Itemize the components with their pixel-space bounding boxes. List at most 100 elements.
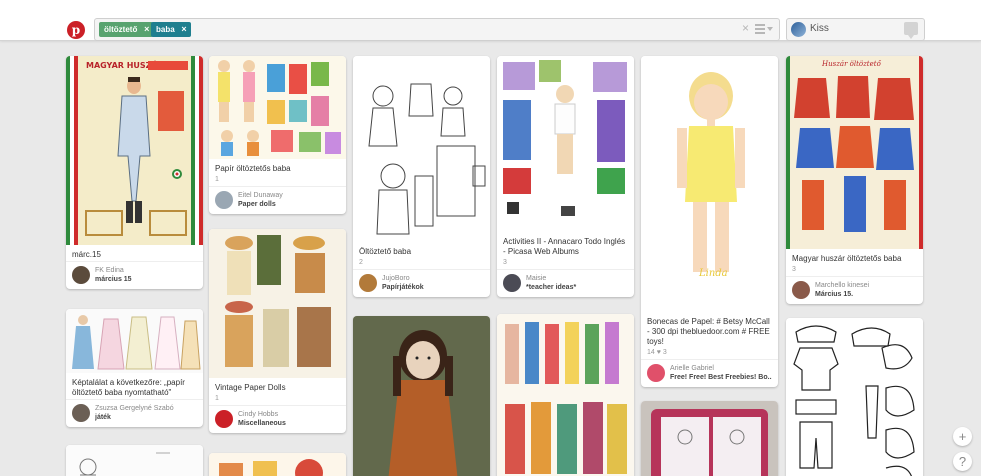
pinner-name[interactable]: Zsuzsa Gergelyné Szabó [95,404,197,413]
pin-image[interactable] [209,229,346,378]
board-name[interactable]: *teacher ideas* [526,283,628,292]
repin-count: 3 [503,259,507,266]
board-name[interactable]: Paper dolls [238,200,340,209]
avatar [791,22,806,37]
user-name: Kiss [810,23,829,34]
pin-image[interactable]: MAGYAR HUSZÁR [66,56,203,245]
board-name[interactable]: Papírjátékok [382,283,484,292]
paper-doll-box-photo [641,401,778,476]
paper-dolls-image [209,56,346,159]
repin-count: 3 [792,266,796,273]
repin-count: 14 ♥ 3 [647,349,667,356]
avatar [72,404,90,422]
board-name[interactable]: játék [95,413,197,422]
search-chip-oltozteto[interactable]: öltöztető × [99,22,154,37]
chip-remove-icon[interactable]: × [181,22,186,37]
add-pin-button[interactable]: + [953,427,972,446]
pin-credit[interactable]: Maisie *teacher ideas* [497,269,634,297]
pin-image[interactable] [641,401,778,476]
search-filter-menu-icon[interactable] [755,22,773,36]
sketch-doll-image [66,445,203,476]
pin-description: Képtalálat a következőre: „papír öltözte… [72,378,185,397]
pin-credit[interactable]: Eitel Dunaway Paper dolls [209,186,346,214]
pin-image[interactable]: Linda [641,56,778,312]
pin-card[interactable] [209,453,346,476]
pin-credit[interactable]: Zsuzsa Gergelyné Szabó játék [66,399,203,427]
pin-credit[interactable]: Marchello kinesei Március 15. [786,276,923,304]
pin-description: Activities II - Annacaro Todo Inglés - P… [503,237,626,256]
colorful-clothes-image [209,453,346,476]
pin-card[interactable] [786,318,923,476]
poster-subtitle-text: Huszár öltöztető [821,59,882,68]
line-art-doll-image [353,56,490,242]
search-input[interactable]: öltöztető × baba × × [94,18,780,41]
pin-image[interactable] [497,314,634,476]
paper-doll-boy-image [497,56,634,232]
pin-card[interactable] [641,401,778,476]
pin-card[interactable]: Huszár öltöztető Magyar huszár öltöztető… [786,56,923,304]
help-button[interactable]: ? [953,452,972,471]
pin-description: márc.15 [72,250,101,259]
chip-label: öltöztető [104,25,138,34]
pin-description: Magyar huszár öltöztetős baba [792,254,902,263]
board-name[interactable]: március 15 [95,275,197,284]
clear-search-icon[interactable]: × [742,21,749,35]
betsy-mccall-doll-image: Linda [641,56,778,312]
pin-credit[interactable]: Cindy Hobbs Miscellaneous [209,405,346,433]
pin-image[interactable] [209,56,346,159]
police-coloring-image [786,318,923,476]
pin-card[interactable]: MAGYAR HUSZÁR márc.15 FK Edina március 1… [66,56,203,289]
board-name[interactable]: Március 15. [815,290,917,299]
pin-card[interactable] [497,314,634,476]
pin-image[interactable] [66,445,203,476]
pin-image[interactable] [353,56,490,242]
pin-card[interactable]: Linda Bonecas de Papel: # Betsy McCall -… [641,56,778,387]
chip-remove-icon[interactable]: × [144,22,149,37]
pinner-name[interactable]: Maisie [526,274,628,283]
pin-card[interactable]: Öltöztető baba 2 JujoBoro Papírjátékok [353,56,490,297]
repin-count: 1 [215,395,219,402]
board-name[interactable]: Miscellaneous [238,419,340,428]
avatar [215,191,233,209]
pin-image[interactable] [66,309,203,373]
pin-image[interactable] [353,316,490,476]
pinner-name[interactable]: FK Edina [95,266,197,275]
board-name[interactable]: Free! Free! Best Freebies! Bo... [670,373,772,382]
pinner-name[interactable]: JujoBoro [382,274,484,283]
pin-credit[interactable]: JujoBoro Papírjátékok [353,269,490,297]
pinner-name[interactable]: Eitel Dunaway [238,191,340,200]
pin-credit[interactable]: Arielle Gabriel Free! Free! Best Freebie… [641,359,778,387]
pin-image[interactable]: Huszár öltöztető [786,56,923,249]
hussar-uniform-image: Huszár öltöztető [786,56,923,249]
pin-card[interactable]: Vintage Paper Dolls 1 Cindy Hobbs Miscel… [209,229,346,433]
pin-description: Öltöztető baba [359,247,412,256]
pin-card[interactable] [66,445,203,476]
avatar [792,281,810,299]
chip-label: baba [156,25,175,34]
hussar-poster-image: MAGYAR HUSZÁR [66,56,203,245]
avatar [72,266,90,284]
avatar [647,364,665,382]
pinner-name[interactable]: Arielle Gabriel [670,364,772,373]
pin-card[interactable] [353,316,490,476]
pin-description: Vintage Paper Dolls [215,383,286,392]
pin-image[interactable] [209,453,346,476]
avatar [359,274,377,292]
pin-card[interactable]: Papír öltöztetős baba 1 Eitel Dunaway Pa… [209,56,346,214]
pinner-name[interactable]: Cindy Hobbs [238,410,340,419]
pin-card[interactable]: Activities II - Annacaro Todo Inglés - P… [497,56,634,297]
pin-image[interactable] [497,56,634,232]
pin-card[interactable]: Képtalálat a következőre: „papír öltözte… [66,309,203,427]
pinterest-logo-icon[interactable]: p [67,21,85,39]
fabric-doll-photo [353,316,490,476]
search-chip-baba[interactable]: baba × [151,22,191,37]
top-bar: p öltöztető × baba × × Kiss [0,0,981,41]
pin-credit[interactable]: FK Edina március 15 [66,261,203,289]
vintage-paper-dolls-image [209,229,346,378]
messages-icon[interactable] [904,22,918,39]
user-profile-button[interactable]: Kiss [786,18,925,41]
doll-name-text: Linda [698,268,728,279]
avatar [503,274,521,292]
pin-image[interactable] [786,318,923,476]
pinner-name[interactable]: Marchello kinesei [815,281,917,290]
